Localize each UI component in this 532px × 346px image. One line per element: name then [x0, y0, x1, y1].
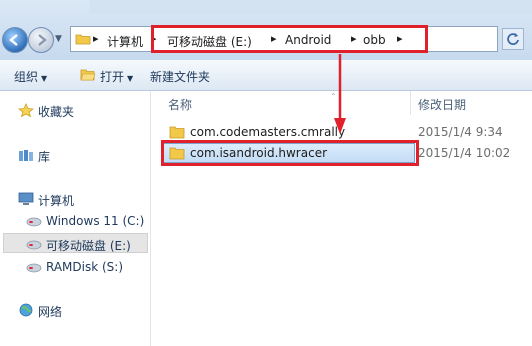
nav-libraries-label: 库 [38, 150, 51, 164]
chevron-down-icon: ▼ [127, 74, 134, 83]
open-button[interactable]: 打开 ▼ [100, 68, 133, 85]
removable-drive-icon [26, 240, 42, 250]
file-name: com.codemasters.cmrally [190, 125, 346, 139]
breadcrumb-computer[interactable]: 计算机 [107, 33, 143, 50]
drive-icon [26, 217, 42, 227]
window-title-strip [90, 0, 532, 14]
open-folder-icon [80, 69, 96, 81]
file-highlight-box [161, 140, 419, 166]
file-date: 2015/1/4 9:34 [418, 125, 503, 139]
recent-pages-dropdown[interactable]: ▼ [55, 34, 65, 44]
nav-drive-s-label: RAMDisk (S:) [46, 260, 124, 274]
red-annotation-arrow [334, 54, 346, 134]
organize-label: 组织 [14, 70, 39, 84]
nav-drive-e-label: 可移动磁盘 (E:) [46, 239, 131, 253]
address-highlight-box [151, 25, 428, 53]
folder-icon [169, 126, 185, 139]
column-header-name[interactable]: 名称 [168, 96, 192, 113]
address-bar-region: ▼ ▸ 计算机 ▸ 可移动磁盘 (E:) ▸ Android ▸ obb ▸ ▼ [0, 0, 532, 60]
column-divider[interactable] [410, 91, 411, 115]
new-folder-button[interactable]: 新建文件夹 [150, 68, 210, 85]
nav-drive-c-label: Windows 11 (C:) [46, 214, 145, 228]
arrow-left-icon [9, 34, 18, 46]
network-globe-icon [19, 303, 33, 317]
organize-menu[interactable]: 组织 ▼ [14, 68, 47, 85]
forward-button[interactable] [28, 27, 54, 53]
file-date: 2015/1/4 10:02 [418, 146, 511, 160]
refresh-button[interactable] [502, 28, 524, 50]
nav-computer-label: 计算机 [38, 194, 75, 208]
nav-network-label: 网络 [38, 305, 63, 319]
command-toolbar: 组织 ▼ 打开 ▼ 新建文件夹 [0, 60, 532, 91]
folder-icon [75, 34, 91, 45]
breadcrumb-separator[interactable]: ▸ [93, 32, 99, 45]
star-icon [18, 103, 34, 117]
chevron-down-icon: ▼ [41, 74, 48, 83]
file-row[interactable]: com.codemasters.cmrally [160, 122, 418, 142]
open-label: 打开 [100, 70, 125, 84]
nav-favorites-label: 收藏夹 [38, 105, 75, 119]
column-header-date[interactable]: 修改日期 [418, 96, 466, 113]
library-icon [19, 150, 33, 161]
drive-icon [26, 263, 42, 273]
refresh-icon [507, 33, 519, 45]
computer-icon [18, 192, 34, 205]
back-button[interactable] [2, 27, 28, 53]
arrow-right-icon [38, 34, 47, 46]
